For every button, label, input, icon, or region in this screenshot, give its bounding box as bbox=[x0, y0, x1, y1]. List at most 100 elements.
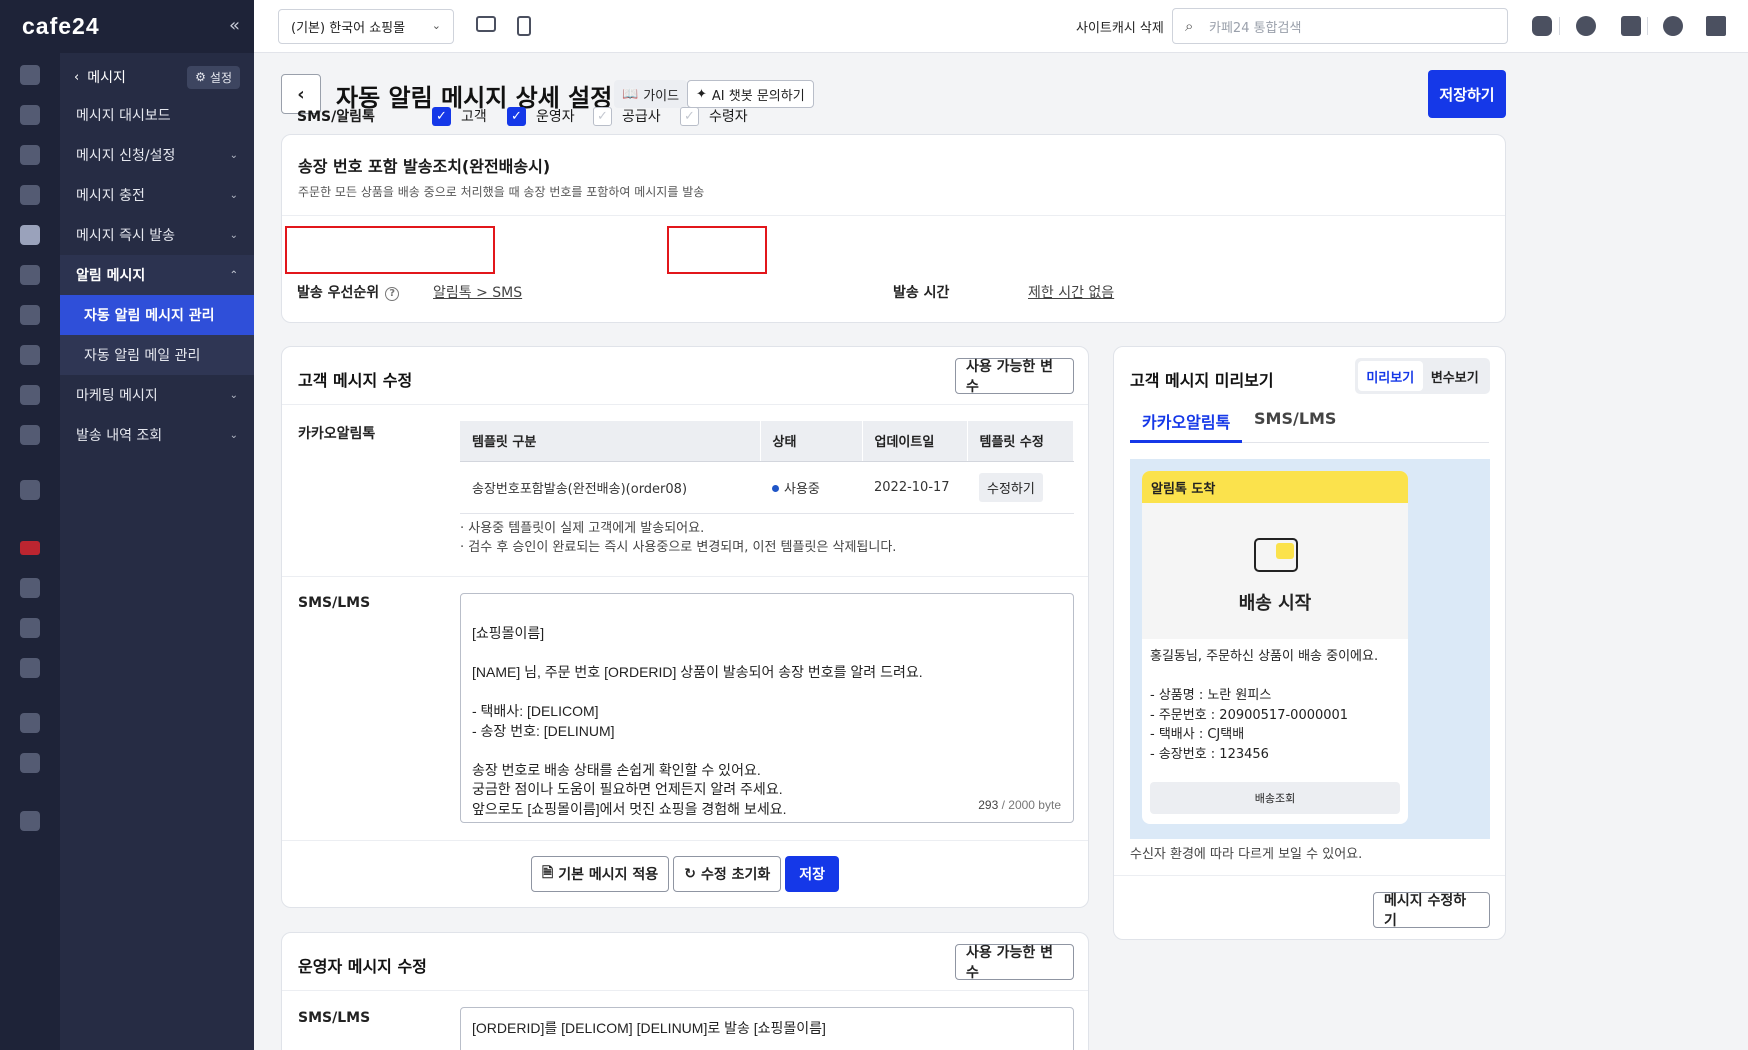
variables-button[interactable]: 사용 가능한 변수 bbox=[955, 944, 1074, 981]
help-icon[interactable]: ? bbox=[385, 286, 400, 301]
cache-clear-link[interactable]: 사이트캐시 삭제 bbox=[1076, 17, 1164, 36]
checkbox-operator[interactable]: ✓ 운영자 bbox=[507, 96, 575, 136]
product-icon[interactable] bbox=[20, 145, 40, 165]
divider bbox=[282, 840, 1088, 841]
gear-icon: ⚙ bbox=[195, 70, 206, 84]
customer-icon[interactable] bbox=[20, 185, 40, 205]
promotion-icon[interactable] bbox=[20, 345, 40, 365]
kakao-label: 카카오알림톡 bbox=[298, 426, 376, 442]
section-title: 운영자 메시지 수정 bbox=[298, 957, 427, 976]
preview-area: 알림톡 도착 배송 시작 홍길동님, 주문하신 상품이 배송 중이에요. - 상… bbox=[1130, 459, 1490, 839]
sidebar-item-notification[interactable]: 알림 메시지 ⌃ bbox=[60, 255, 254, 295]
store-icon[interactable] bbox=[1621, 16, 1641, 36]
mall-select[interactable]: (기본) 한국어 쇼핑몰 ⌄ bbox=[278, 9, 454, 44]
message-icon[interactable] bbox=[20, 225, 40, 245]
mobile-icon[interactable] bbox=[517, 16, 531, 36]
channel-icon[interactable] bbox=[20, 480, 40, 500]
book-icon[interactable] bbox=[20, 425, 40, 445]
edit-template-button[interactable]: 수정하기 bbox=[979, 472, 1043, 502]
checkbox-unchecked-icon: ✓ bbox=[593, 106, 612, 126]
sidebar-subitem-auto-message[interactable]: 자동 알림 메시지 관리 bbox=[60, 295, 254, 335]
track-delivery-button[interactable]: 배송조회 bbox=[1150, 782, 1400, 814]
save-message-button[interactable]: 저장 bbox=[785, 856, 839, 892]
preview-card: 고객 메시지 미리보기 미리보기 변수보기 카카오알림톡 SMS/LMS 알림톡… bbox=[1113, 346, 1506, 940]
section-title: 고객 메시지 수정 bbox=[298, 371, 413, 390]
variables-button[interactable]: 사용 가능한 변수 bbox=[955, 358, 1074, 395]
cafe24-logo[interactable]: cafe24 bbox=[22, 13, 100, 40]
board-icon[interactable] bbox=[20, 265, 40, 285]
sms-label: SMS/LMS bbox=[298, 1010, 371, 1026]
save-button[interactable]: 저장하기 bbox=[1428, 70, 1506, 118]
home-icon[interactable] bbox=[20, 65, 40, 85]
bubble-body: 홍길동님, 주문하신 상품이 배송 중이에요. - 상품명 : 노란 원피스 -… bbox=[1150, 649, 1379, 762]
sidebar-item-marketing[interactable]: 마케팅 메시지 ⌄ bbox=[60, 375, 254, 415]
send-time-value[interactable]: 제한 시간 없음 bbox=[1028, 282, 1114, 302]
store-add-icon[interactable] bbox=[20, 658, 40, 678]
sidebar-setting-button[interactable]: ⚙ 설정 bbox=[187, 65, 240, 89]
checkbox-label: 고객 bbox=[461, 109, 487, 125]
cart-icon[interactable] bbox=[20, 105, 40, 125]
bell-icon[interactable] bbox=[1576, 16, 1596, 36]
byte-total: / 2000 byte bbox=[1001, 798, 1061, 813]
table-header: 상태 bbox=[760, 421, 863, 462]
sidebar-item-history[interactable]: 발송 내역 조회 ⌄ bbox=[60, 415, 254, 455]
note-line: · 사용중 템플릿이 실제 고객에게 발송되어요. bbox=[460, 521, 705, 536]
checkbox-supplier[interactable]: ✓ 공급사 bbox=[593, 96, 661, 136]
checkbox-recipient[interactable]: ✓ 수령자 bbox=[680, 96, 748, 136]
headset-icon[interactable] bbox=[1532, 16, 1552, 36]
toggle-preview[interactable]: 미리보기 bbox=[1358, 361, 1423, 391]
preview-title: 고객 메시지 미리보기 bbox=[1130, 371, 1274, 390]
edit-message-button[interactable]: 메시지 수정하기 bbox=[1373, 892, 1490, 929]
sms-textarea[interactable]: [쇼핑몰이름] [NAME] 님, 주문 번호 [ORDERID] 상품이 발송… bbox=[460, 593, 1074, 823]
megaphone-icon[interactable] bbox=[20, 618, 40, 638]
sidebar-item-instant-send[interactable]: 메시지 즉시 발송 ⌄ bbox=[60, 215, 254, 255]
status-dot-icon bbox=[772, 484, 779, 492]
chevron-down-icon: ⌄ bbox=[431, 19, 441, 32]
operator-sms-textarea[interactable]: [ORDERID]를 [DELICOM] [DELINUM]로 발송 [쇼핑몰이… bbox=[460, 1007, 1074, 1050]
byte-counter: 293 / 2000 byte bbox=[978, 796, 1061, 816]
desktop-icon[interactable] bbox=[476, 16, 496, 32]
chevron-left-icon[interactable]: ‹ bbox=[74, 70, 79, 85]
sms-text: [쇼핑몰이름] [NAME] 님, 주문 번호 [ORDERID] 상품이 발송… bbox=[472, 624, 923, 817]
youtube-icon[interactable] bbox=[20, 541, 40, 555]
collapse-sidebar-icon[interactable]: « bbox=[229, 15, 240, 36]
search-input[interactable]: ⌕ 카페24 통합검색 bbox=[1172, 8, 1508, 44]
config-description: 주문한 모든 상품을 배송 중으로 처리했을 때 송장 번호를 포함하여 메시지… bbox=[298, 185, 705, 199]
design-icon[interactable] bbox=[20, 305, 40, 325]
refresh-icon: ↻ bbox=[684, 866, 696, 882]
toggle-variables[interactable]: 변수보기 bbox=[1423, 361, 1488, 391]
sidebar-title[interactable]: 메시지 bbox=[87, 67, 126, 87]
icon-rail bbox=[0, 0, 60, 1050]
highlight-box-customer bbox=[285, 226, 495, 274]
shop-icon[interactable] bbox=[20, 578, 40, 598]
folder-icon[interactable] bbox=[20, 753, 40, 773]
checkbox-customer[interactable]: ✓ 고객 bbox=[432, 96, 487, 136]
kakao-bubble: 알림톡 도착 배송 시작 홍길동님, 주문하신 상품이 배송 중이에요. - 상… bbox=[1142, 471, 1408, 824]
sidebar-header: ‹ 메시지 ⚙ 설정 bbox=[74, 65, 240, 89]
stats-icon[interactable] bbox=[20, 385, 40, 405]
priority-label: 발송 우선순위? bbox=[297, 282, 400, 302]
sidebar-subitem-auto-mail[interactable]: 자동 알림 메일 관리 bbox=[60, 335, 254, 375]
highlight-box-recipient bbox=[667, 226, 767, 274]
apps-icon[interactable] bbox=[20, 713, 40, 733]
sidebar-item-dashboard[interactable]: 메시지 대시보드 bbox=[60, 95, 254, 135]
settings-icon[interactable] bbox=[20, 811, 40, 831]
sidebar-item-charge[interactable]: 메시지 충전 ⌄ bbox=[60, 175, 254, 215]
sidebar-item-apply[interactable]: 메시지 신청/설정 ⌄ bbox=[60, 135, 254, 175]
apps-grid-icon[interactable] bbox=[1706, 16, 1726, 36]
chevron-up-icon: ⌃ bbox=[229, 269, 238, 281]
mall-select-value: (기본) 한국어 쇼핑몰 bbox=[291, 21, 406, 36]
tab-sms[interactable]: SMS/LMS bbox=[1242, 409, 1348, 443]
template-name: 송장번호포함발송(완전배송)(order08) bbox=[460, 461, 760, 514]
tab-kakao[interactable]: 카카오알림톡 bbox=[1130, 409, 1243, 443]
reset-button[interactable]: ↻ 수정 초기화 bbox=[673, 856, 782, 892]
priority-value[interactable]: 알림톡 > SMS bbox=[433, 282, 522, 302]
customer-message-card: 고객 메시지 수정 사용 가능한 변수 카카오알림톡 템플릿 구분 상태 업데이… bbox=[281, 346, 1089, 908]
sidebar-item-label: 발송 내역 조회 bbox=[76, 428, 163, 444]
apply-default-button[interactable]: 🗎 기본 메시지 적용 bbox=[531, 856, 670, 892]
send-time-label: 발송 시간 bbox=[893, 285, 950, 301]
divider bbox=[282, 990, 1088, 991]
channel-label: SMS/알림톡 bbox=[297, 96, 375, 136]
checkbox-label: 수령자 bbox=[709, 109, 748, 125]
user-icon[interactable] bbox=[1663, 16, 1683, 36]
